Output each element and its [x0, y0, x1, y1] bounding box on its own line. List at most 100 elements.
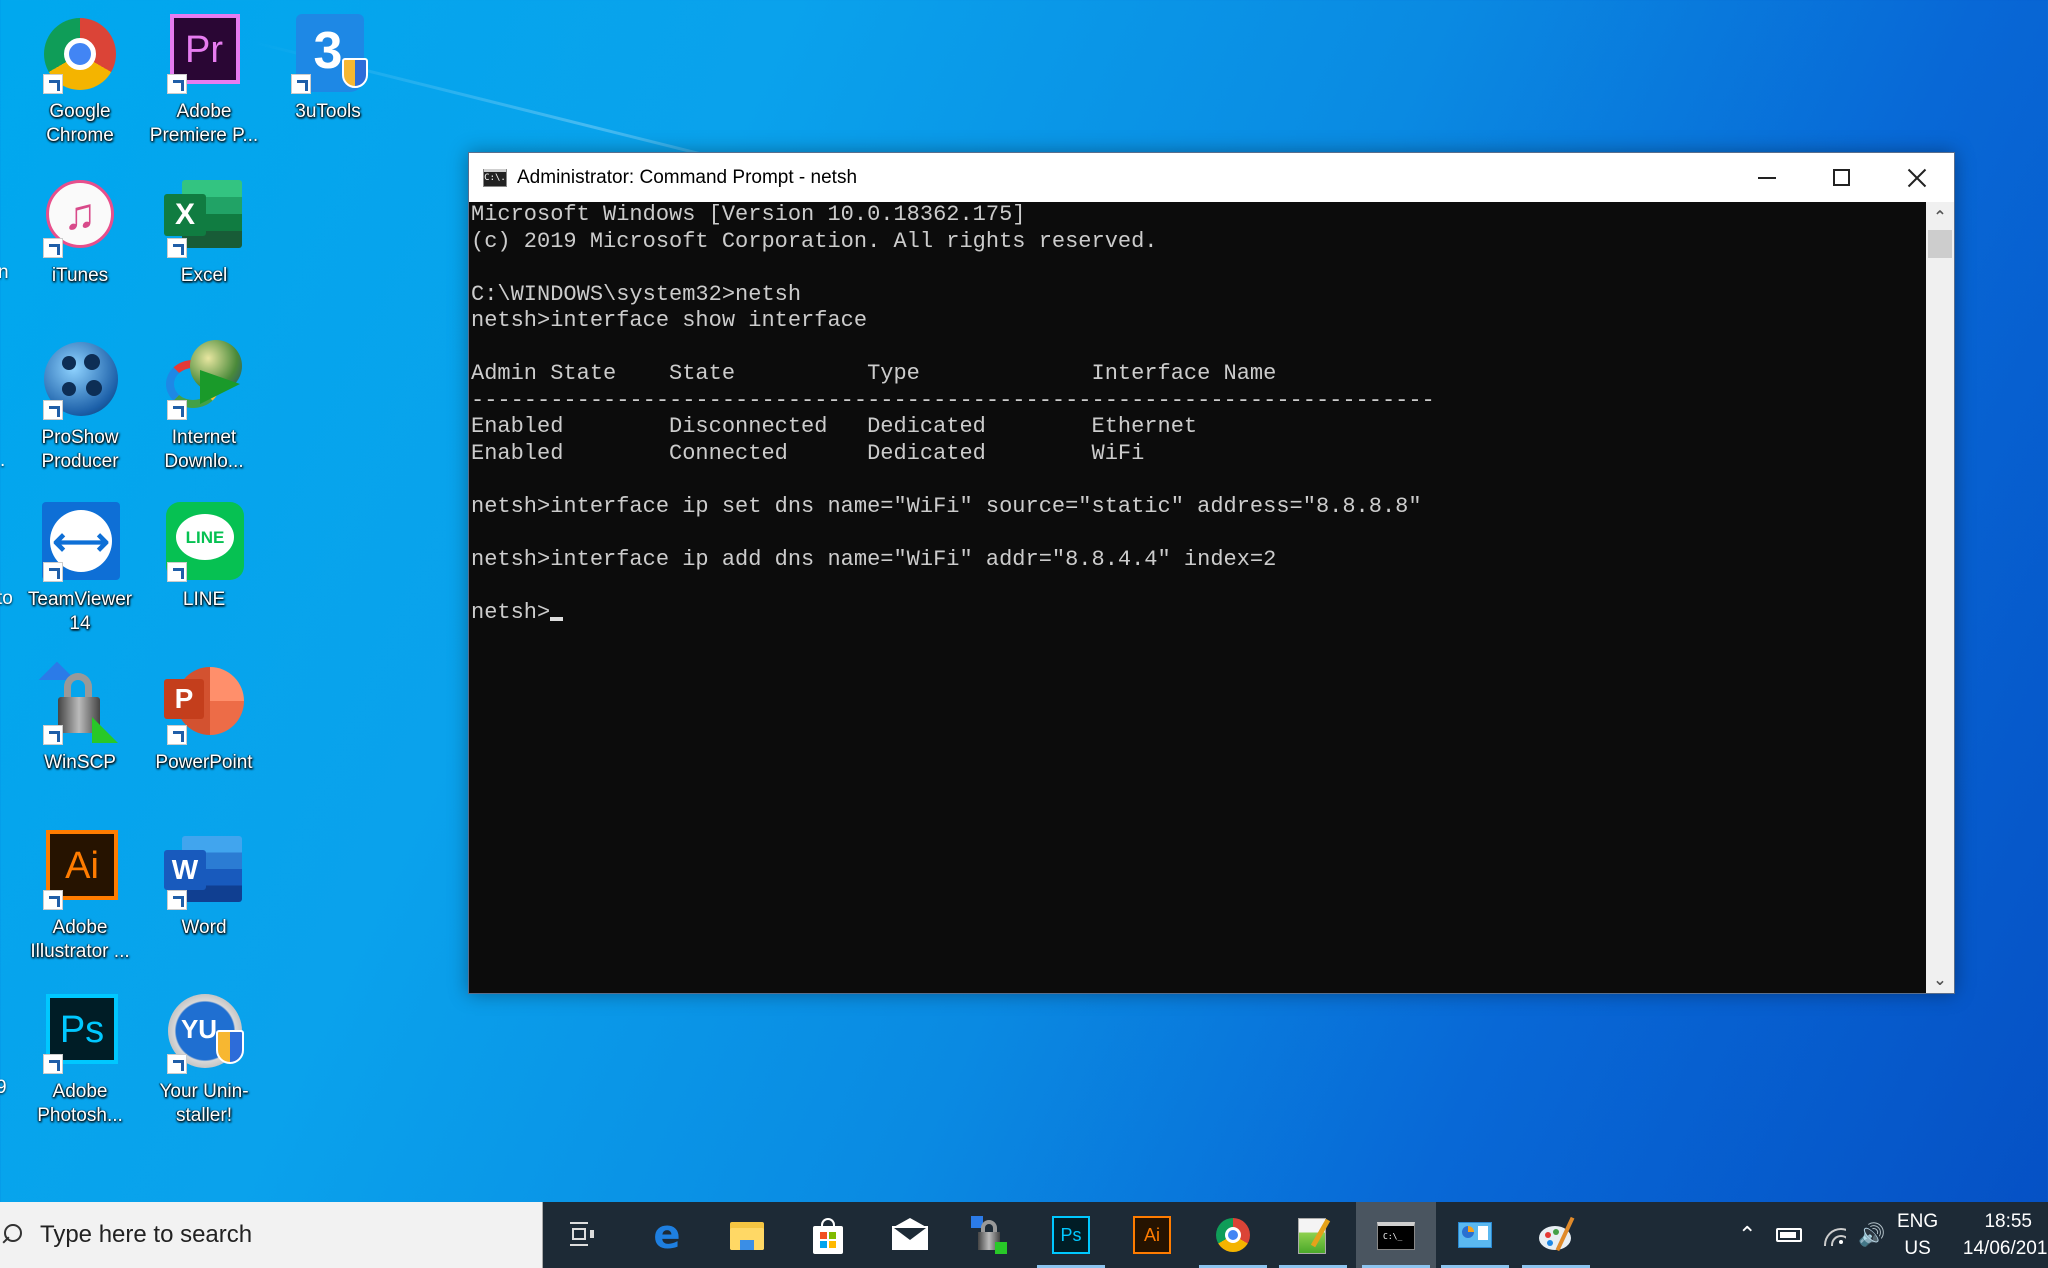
offscreen-label-fragment: 9	[0, 1077, 7, 1098]
desktop-icon-label: Adobe Illustrator ...	[30, 917, 130, 962]
close-button[interactable]	[1879, 153, 1954, 202]
desktop-icon-label: Adobe Photosh...	[37, 1081, 123, 1126]
taskbar: Type here to search e Ps Ai C:\_ ⌃ 🔊 ENG…	[0, 1202, 2048, 1268]
command-prompt-window[interactable]: C:\. Administrator: Command Prompt - net…	[468, 152, 1955, 994]
desktop-icon-label: ProShow Producer	[41, 427, 119, 472]
desktop-icon-itunes[interactable]: ♫ iTunes	[18, 178, 142, 288]
desktop-icon-line[interactable]: LINE LINE	[142, 502, 266, 612]
taskbar-notepad-plus-plus[interactable]	[1273, 1202, 1353, 1268]
speaker-icon: 🔊	[1858, 1222, 1886, 1248]
3utools-icon: 3	[288, 14, 368, 94]
console-prompt: netsh>	[471, 599, 551, 625]
paint-icon	[1537, 1216, 1575, 1254]
show-hidden-icons-button[interactable]: ⌃	[1738, 1202, 1756, 1268]
battery-icon	[1776, 1228, 1802, 1242]
console-prompt-line[interactable]: netsh>	[471, 600, 1926, 627]
desktop-icon-teamviewer[interactable]: ⟷ TeamViewer 14	[18, 502, 142, 636]
taskbar-edge[interactable]: e	[627, 1202, 707, 1268]
offscreen-label-fragment: n	[0, 262, 9, 283]
network-status-button[interactable]	[1820, 1202, 1846, 1268]
word-icon: W	[164, 830, 244, 910]
maximize-icon	[1833, 169, 1850, 186]
clock-time: 18:55	[1984, 1211, 2032, 1232]
shortcut-arrow-icon	[167, 725, 187, 745]
wifi-icon	[1820, 1224, 1846, 1246]
search-placeholder: Type here to search	[40, 1221, 253, 1248]
teamviewer-icon: ⟷	[40, 502, 120, 582]
maximize-button[interactable]	[1804, 153, 1879, 202]
taskbar-illustrator[interactable]: Ai	[1112, 1202, 1192, 1268]
illustrator-glyph: Ai	[1143, 1224, 1160, 1245]
keyboard-layout: US	[1904, 1238, 1931, 1259]
desktop-icon-internet-download-manager[interactable]: Internet Downlo...	[142, 340, 266, 474]
vertical-scrollbar[interactable]: ⌃ ⌄	[1926, 202, 1954, 993]
desktop-icon-label: Excel	[180, 265, 228, 286]
task-view-icon	[562, 1216, 600, 1254]
shortcut-arrow-icon	[43, 1054, 63, 1074]
desktop-icon-winscp[interactable]: WinSCP	[18, 661, 142, 775]
clock-button[interactable]: 18:55 14/06/2019	[1958, 1202, 2048, 1268]
scrollbar-thumb[interactable]	[1928, 230, 1952, 258]
minimize-button[interactable]	[1729, 153, 1804, 202]
taskbar-photoshop[interactable]: Ps	[1031, 1202, 1111, 1268]
taskbar-paint[interactable]	[1516, 1202, 1596, 1268]
photoshop-glyph: Ps	[1060, 1224, 1082, 1245]
desktop-icon-google-chrome[interactable]: Google Chrome	[18, 14, 142, 148]
volume-button[interactable]: 🔊	[1858, 1202, 1885, 1268]
desktop-icon-label: 3uTools	[295, 101, 361, 122]
store-icon	[809, 1216, 847, 1254]
desktop-icon-excel[interactable]: X Excel	[142, 178, 266, 288]
desktop-icon-label: Internet Downlo...	[164, 427, 244, 472]
taskbar-winscp[interactable]	[950, 1202, 1030, 1268]
input-language-button[interactable]: ENG US	[1897, 1202, 1938, 1268]
desktop-icon-label: LINE	[182, 589, 226, 610]
battery-status-button[interactable]	[1776, 1202, 1802, 1268]
proshow-icon	[40, 340, 120, 420]
shortcut-arrow-icon	[167, 238, 187, 258]
desktop-icon-label: Adobe Premiere P...	[149, 101, 259, 146]
desktop-icon-adobe-photoshop[interactable]: Ps Adobe Photosh...	[18, 994, 142, 1128]
edge-icon: e	[648, 1212, 686, 1258]
taskbar-task-view[interactable]	[541, 1202, 621, 1268]
desktop-icon-proshow-producer[interactable]: ProShow Producer	[18, 340, 142, 474]
text-cursor	[550, 616, 564, 621]
console-output[interactable]: Microsoft Windows [Version 10.0.18362.17…	[469, 202, 1926, 993]
internet-download-manager-icon	[164, 340, 244, 420]
shortcut-arrow-icon	[291, 74, 311, 94]
notepad-icon	[1294, 1216, 1332, 1254]
chevron-down-icon: ⌄	[1933, 969, 1947, 989]
premiere-icon: Pr	[164, 14, 244, 94]
taskbar-mail[interactable]	[869, 1202, 949, 1268]
shortcut-arrow-icon	[167, 400, 187, 420]
taskbar-chrome[interactable]	[1193, 1202, 1273, 1268]
shortcut-arrow-icon	[43, 890, 63, 910]
taskbar-command-prompt[interactable]: C:\_	[1356, 1202, 1436, 1268]
scroll-down-button[interactable]: ⌄	[1926, 965, 1954, 993]
scroll-up-button[interactable]: ⌃	[1926, 202, 1954, 230]
offscreen-label-fragment: .	[0, 450, 6, 471]
desktop-icon-adobe-premiere[interactable]: Pr Adobe Premiere P...	[142, 14, 266, 148]
line-icon: LINE	[164, 502, 244, 582]
taskbar-microsoft-store[interactable]	[788, 1202, 868, 1268]
itunes-icon: ♫	[40, 178, 120, 258]
chrome-icon	[40, 14, 120, 94]
chrome-icon	[1214, 1216, 1252, 1254]
taskbar-control-panel[interactable]	[1435, 1202, 1515, 1268]
desktop-icon-word[interactable]: W Word	[142, 830, 266, 940]
window-title-bar[interactable]: C:\. Administrator: Command Prompt - net…	[469, 153, 1954, 202]
language-code: ENG	[1897, 1211, 1939, 1232]
desktop-icon-label: Google Chrome	[46, 101, 114, 146]
desktop-icon-label: Word	[181, 917, 227, 938]
taskbar-file-explorer[interactable]	[707, 1202, 787, 1268]
shortcut-arrow-icon	[43, 238, 63, 258]
edge-glyph: e	[653, 1212, 681, 1258]
desktop-icon-adobe-illustrator[interactable]: Ai Adobe Illustrator ...	[18, 830, 142, 964]
desktop-icon-label: Your Unin-staller!	[159, 1081, 249, 1126]
cmd-icon-text: C:\.	[484, 172, 506, 183]
control-panel-icon	[1456, 1216, 1494, 1254]
desktop-icon-your-uninstaller[interactable]: YU Your Unin-staller!	[142, 994, 266, 1128]
cmd-icon: C:\.	[483, 168, 507, 187]
desktop-icon-3utools[interactable]: 3 3uTools	[266, 14, 390, 124]
taskbar-search-box[interactable]: Type here to search	[0, 1202, 543, 1268]
desktop-icon-powerpoint[interactable]: P PowerPoint	[142, 665, 266, 775]
